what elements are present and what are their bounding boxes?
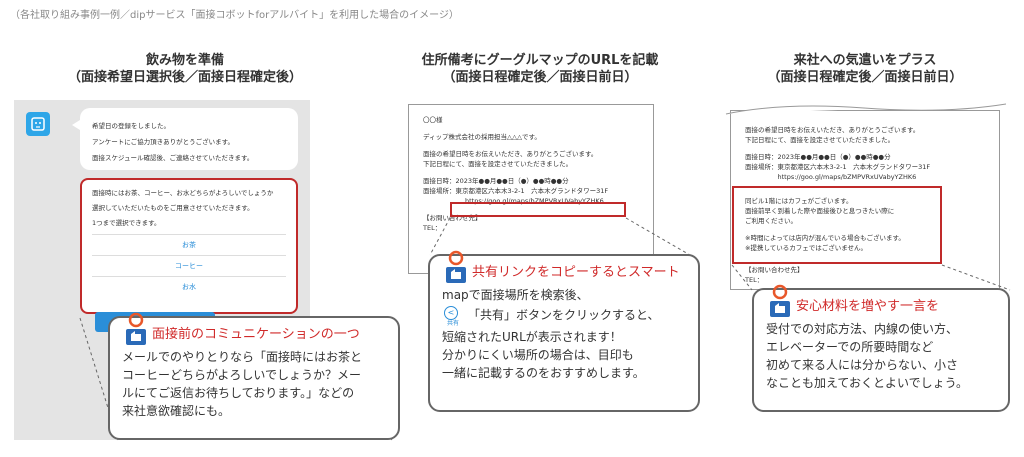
share-icon-label: 共有 xyxy=(446,320,459,327)
callout-line: ルにてご返信お待ちしております。」などの xyxy=(122,386,355,400)
callout-line: 分かりにくい場所の場合は、目印も xyxy=(442,348,634,362)
thumbs-up-pin-icon xyxy=(126,312,146,345)
callout-line: 短縮されたURLが表示されます！ xyxy=(442,330,622,344)
share-icon[interactable]: < xyxy=(444,306,458,320)
callout-line: 一緒に記載するのをおすすめします。 xyxy=(442,366,645,380)
thumbs-up-pin-icon xyxy=(770,284,790,317)
callout-title: 安心材料を増やす一言を xyxy=(766,284,996,317)
callout-line: 来社意欲確認にも。 xyxy=(122,404,231,418)
callout-share-link: 共有リンクをコピーするとスマート mapで面接場所を検索後、 < 共有 「共有」… xyxy=(428,250,700,412)
callout-title: 面接前のコミュニケーションの一つ xyxy=(122,312,386,345)
callout-line: なことも加えておくとよいでしょう。 xyxy=(766,376,968,390)
callout-line: メールでのやりとりなら「面接時にはお茶と xyxy=(122,350,363,364)
callout-communication: 面接前のコミュニケーションの一つ メールでのやりとりなら「面接時にはお茶と コー… xyxy=(108,312,400,440)
callout-title-text: 安心材料を増やす一言を xyxy=(796,299,940,314)
callout-line: コーヒーどちらがよろしいでしょうか？メー xyxy=(122,368,362,382)
callout-title-text: 共有リンクをコピーするとスマート xyxy=(472,265,680,280)
callout-line: 「共有」ボタンをクリックすると、 xyxy=(468,308,660,322)
thumbs-up-pin-icon xyxy=(446,250,466,283)
callout-line: エレベーターでの所要時間など xyxy=(766,340,934,354)
callout-line: mapで面接場所を検索後、 xyxy=(442,288,589,302)
callout-title-text: 面接前のコミュニケーションの一つ xyxy=(152,327,360,342)
callout-reassurance: 安心材料を増やす一言を 受付での対応方法、内線の使い方、 エレベーターでの所要時… xyxy=(752,284,1010,412)
callout-line: 受付での対応方法、内線の使い方、 xyxy=(766,322,959,336)
callout-line: 初めて来る人には分からない、小さ xyxy=(766,358,959,372)
callout-title: 共有リンクをコピーするとスマート xyxy=(442,250,686,283)
